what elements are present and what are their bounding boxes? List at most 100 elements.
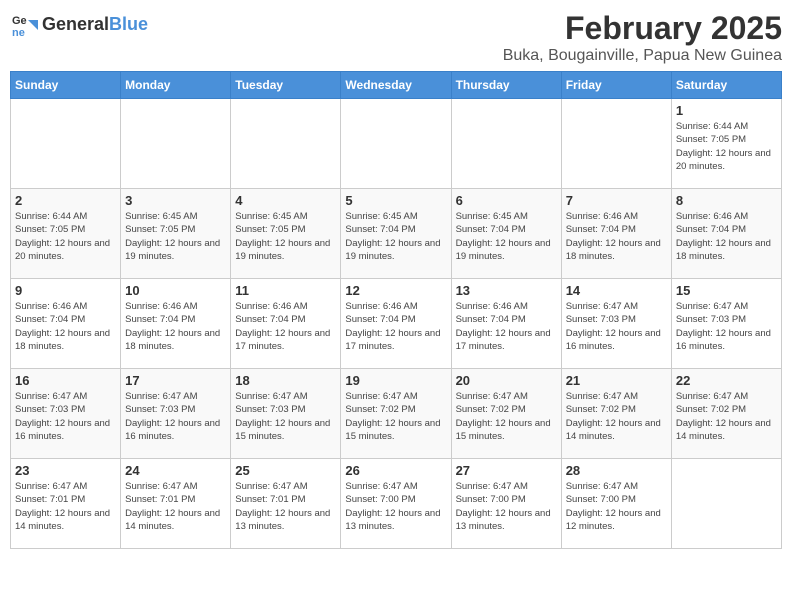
day-number: 27 bbox=[456, 463, 557, 478]
title-area: February 2025 Buka, Bougainville, Papua … bbox=[503, 10, 782, 65]
day-info: Sunrise: 6:45 AM Sunset: 7:05 PM Dayligh… bbox=[125, 210, 226, 263]
day-number: 24 bbox=[125, 463, 226, 478]
calendar-cell: 26 Sunrise: 6:47 AM Sunset: 7:00 PM Dayli… bbox=[341, 459, 451, 549]
day-info: Sunrise: 6:47 AM Sunset: 7:03 PM Dayligh… bbox=[566, 300, 667, 353]
day-header-friday: Friday bbox=[561, 72, 671, 99]
day-number: 25 bbox=[235, 463, 336, 478]
day-number: 26 bbox=[345, 463, 446, 478]
svg-text:ne: ne bbox=[12, 27, 25, 38]
day-number: 6 bbox=[456, 193, 557, 208]
day-header-sunday: Sunday bbox=[11, 72, 121, 99]
day-info: Sunrise: 6:47 AM Sunset: 7:01 PM Dayligh… bbox=[15, 480, 116, 533]
day-number: 2 bbox=[15, 193, 116, 208]
calendar-week-1: 1 Sunrise: 6:44 AM Sunset: 7:05 PM Daylig… bbox=[11, 99, 782, 189]
day-info: Sunrise: 6:46 AM Sunset: 7:04 PM Dayligh… bbox=[345, 300, 446, 353]
calendar-cell: 24 Sunrise: 6:47 AM Sunset: 7:01 PM Dayli… bbox=[121, 459, 231, 549]
calendar-cell: 10Sunrise: 6:46 AM Sunset: 7:04 PM Dayli… bbox=[121, 279, 231, 369]
day-info: Sunrise: 6:47 AM Sunset: 7:01 PM Dayligh… bbox=[125, 480, 226, 533]
day-info: Sunrise: 6:47 AM Sunset: 7:03 PM Dayligh… bbox=[15, 390, 116, 443]
calendar-cell bbox=[121, 99, 231, 189]
day-header-tuesday: Tuesday bbox=[231, 72, 341, 99]
calendar-cell bbox=[341, 99, 451, 189]
day-number: 16 bbox=[15, 373, 116, 388]
day-number: 18 bbox=[235, 373, 336, 388]
calendar-cell: 12 Sunrise: 6:46 AM Sunset: 7:04 PM Dayli… bbox=[341, 279, 451, 369]
day-info: Sunrise: 6:47 AM Sunset: 7:00 PM Dayligh… bbox=[566, 480, 667, 533]
calendar-cell: 19 Sunrise: 6:47 AM Sunset: 7:02 PM Dayli… bbox=[341, 369, 451, 459]
calendar-cell: 23Sunrise: 6:47 AM Sunset: 7:01 PM Dayli… bbox=[11, 459, 121, 549]
day-info: Sunrise: 6:46 AM Sunset: 7:04 PM Dayligh… bbox=[566, 210, 667, 263]
day-number: 4 bbox=[235, 193, 336, 208]
day-number: 14 bbox=[566, 283, 667, 298]
calendar-cell: 15 Sunrise: 6:47 AM Sunset: 7:03 PM Dayli… bbox=[671, 279, 781, 369]
calendar-cell bbox=[451, 99, 561, 189]
day-info: Sunrise: 6:47 AM Sunset: 7:02 PM Dayligh… bbox=[345, 390, 446, 443]
day-info: Sunrise: 6:45 AM Sunset: 7:04 PM Dayligh… bbox=[345, 210, 446, 263]
calendar-cell: 20 Sunrise: 6:47 AM Sunset: 7:02 PM Dayli… bbox=[451, 369, 561, 459]
logo-icon: Ge ne bbox=[10, 10, 38, 38]
calendar-cell: 21 Sunrise: 6:47 AM Sunset: 7:02 PM Dayli… bbox=[561, 369, 671, 459]
day-info: Sunrise: 6:47 AM Sunset: 7:00 PM Dayligh… bbox=[456, 480, 557, 533]
calendar-cell: 22Sunrise: 6:47 AM Sunset: 7:02 PM Dayli… bbox=[671, 369, 781, 459]
day-header-monday: Monday bbox=[121, 72, 231, 99]
day-number: 11 bbox=[235, 283, 336, 298]
calendar-cell: 9 Sunrise: 6:46 AM Sunset: 7:04 PM Daylig… bbox=[11, 279, 121, 369]
calendar-week-2: 2Sunrise: 6:44 AM Sunset: 7:05 PM Daylig… bbox=[11, 189, 782, 279]
calendar-table: SundayMondayTuesdayWednesdayThursdayFrid… bbox=[10, 71, 782, 549]
day-number: 8 bbox=[676, 193, 777, 208]
day-number: 20 bbox=[456, 373, 557, 388]
page-subtitle: Buka, Bougainville, Papua New Guinea bbox=[503, 47, 782, 65]
day-info: Sunrise: 6:47 AM Sunset: 7:02 PM Dayligh… bbox=[676, 390, 777, 443]
logo: Ge ne GeneralBlue bbox=[10, 10, 148, 38]
calendar-cell: 8Sunrise: 6:46 AM Sunset: 7:04 PM Daylig… bbox=[671, 189, 781, 279]
calendar-cell: 13Sunrise: 6:46 AM Sunset: 7:04 PM Dayli… bbox=[451, 279, 561, 369]
day-number: 28 bbox=[566, 463, 667, 478]
day-number: 12 bbox=[345, 283, 446, 298]
logo-blue: Blue bbox=[109, 14, 148, 34]
day-info: Sunrise: 6:44 AM Sunset: 7:05 PM Dayligh… bbox=[676, 120, 777, 173]
day-number: 13 bbox=[456, 283, 557, 298]
day-number: 9 bbox=[15, 283, 116, 298]
calendar-week-4: 16 Sunrise: 6:47 AM Sunset: 7:03 PM Dayli… bbox=[11, 369, 782, 459]
day-header-saturday: Saturday bbox=[671, 72, 781, 99]
calendar-cell bbox=[671, 459, 781, 549]
calendar-cell: 5 Sunrise: 6:45 AM Sunset: 7:04 PM Daylig… bbox=[341, 189, 451, 279]
day-number: 21 bbox=[566, 373, 667, 388]
calendar-cell: 25 Sunrise: 6:47 AM Sunset: 7:01 PM Dayli… bbox=[231, 459, 341, 549]
day-number: 19 bbox=[345, 373, 446, 388]
calendar-header-row: SundayMondayTuesdayWednesdayThursdayFrid… bbox=[11, 72, 782, 99]
day-number: 7 bbox=[566, 193, 667, 208]
day-number: 17 bbox=[125, 373, 226, 388]
day-info: Sunrise: 6:47 AM Sunset: 7:03 PM Dayligh… bbox=[235, 390, 336, 443]
day-number: 15 bbox=[676, 283, 777, 298]
day-info: Sunrise: 6:47 AM Sunset: 7:00 PM Dayligh… bbox=[345, 480, 446, 533]
calendar-cell: 27 Sunrise: 6:47 AM Sunset: 7:00 PM Dayli… bbox=[451, 459, 561, 549]
calendar-cell: 7 Sunrise: 6:46 AM Sunset: 7:04 PM Daylig… bbox=[561, 189, 671, 279]
calendar-cell: 6Sunrise: 6:45 AM Sunset: 7:04 PM Daylig… bbox=[451, 189, 561, 279]
day-number: 5 bbox=[345, 193, 446, 208]
day-info: Sunrise: 6:47 AM Sunset: 7:02 PM Dayligh… bbox=[566, 390, 667, 443]
calendar-cell bbox=[231, 99, 341, 189]
calendar-cell: 28 Sunrise: 6:47 AM Sunset: 7:00 PM Dayli… bbox=[561, 459, 671, 549]
page-title: February 2025 bbox=[503, 10, 782, 47]
day-info: Sunrise: 6:45 AM Sunset: 7:05 PM Dayligh… bbox=[235, 210, 336, 263]
day-header-thursday: Thursday bbox=[451, 72, 561, 99]
day-info: Sunrise: 6:47 AM Sunset: 7:03 PM Dayligh… bbox=[125, 390, 226, 443]
day-info: Sunrise: 6:47 AM Sunset: 7:01 PM Dayligh… bbox=[235, 480, 336, 533]
header: Ge ne GeneralBlue February 2025 Buka, Bo… bbox=[10, 10, 782, 65]
day-number: 1 bbox=[676, 103, 777, 118]
day-info: Sunrise: 6:46 AM Sunset: 7:04 PM Dayligh… bbox=[125, 300, 226, 353]
calendar-cell bbox=[561, 99, 671, 189]
day-info: Sunrise: 6:46 AM Sunset: 7:04 PM Dayligh… bbox=[235, 300, 336, 353]
calendar-cell: 14 Sunrise: 6:47 AM Sunset: 7:03 PM Dayli… bbox=[561, 279, 671, 369]
day-info: Sunrise: 6:46 AM Sunset: 7:04 PM Dayligh… bbox=[15, 300, 116, 353]
calendar-cell: 11 Sunrise: 6:46 AM Sunset: 7:04 PM Dayli… bbox=[231, 279, 341, 369]
day-info: Sunrise: 6:47 AM Sunset: 7:03 PM Dayligh… bbox=[676, 300, 777, 353]
day-info: Sunrise: 6:47 AM Sunset: 7:02 PM Dayligh… bbox=[456, 390, 557, 443]
calendar-cell: 18 Sunrise: 6:47 AM Sunset: 7:03 PM Dayli… bbox=[231, 369, 341, 459]
calendar-cell: 4 Sunrise: 6:45 AM Sunset: 7:05 PM Daylig… bbox=[231, 189, 341, 279]
day-number: 3 bbox=[125, 193, 226, 208]
calendar-week-5: 23Sunrise: 6:47 AM Sunset: 7:01 PM Dayli… bbox=[11, 459, 782, 549]
calendar-cell: 1 Sunrise: 6:44 AM Sunset: 7:05 PM Daylig… bbox=[671, 99, 781, 189]
calendar-cell: 3 Sunrise: 6:45 AM Sunset: 7:05 PM Daylig… bbox=[121, 189, 231, 279]
